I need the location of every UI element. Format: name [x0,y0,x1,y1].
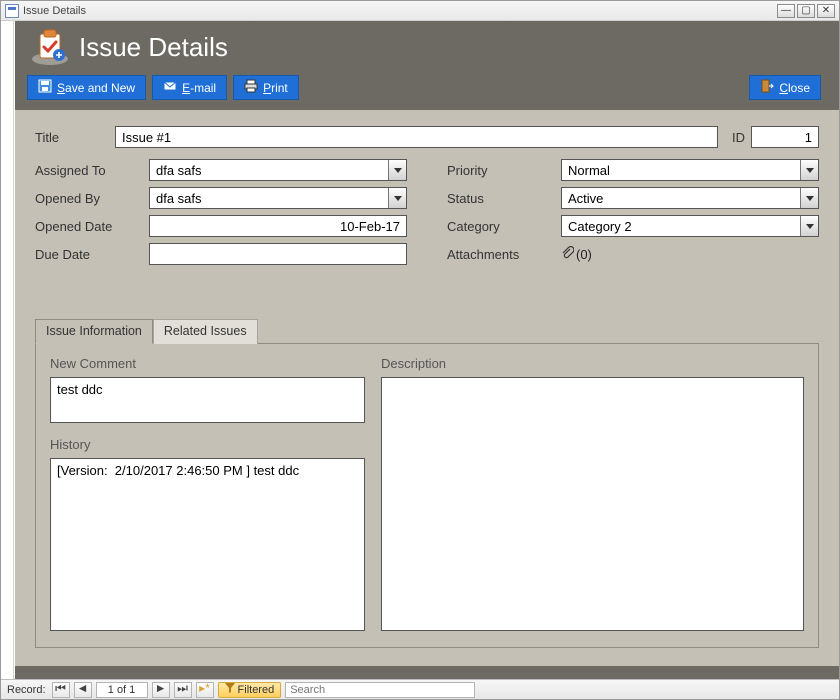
funnel-icon [225,683,235,696]
window-controls: — ▢ ✕ [777,4,835,18]
new-comment-label: New Comment [50,356,365,371]
status-input[interactable] [562,188,800,208]
clipboard-check-icon [29,27,71,67]
app-window: Issue Details — ▢ ✕ [0,0,840,700]
id-label: ID [732,130,745,145]
description-label: Description [381,356,804,371]
chevron-down-icon[interactable] [800,188,818,208]
tab-related-issues[interactable]: Related Issues [153,319,258,344]
nav-next-button[interactable]: ► [152,682,170,698]
category-combo[interactable] [561,215,819,237]
record-label: Record: [7,684,46,696]
form-detail-area: Title ID Assigned To [15,110,839,666]
mail-icon [163,79,177,96]
nav-last-button[interactable]: ⏭ [174,682,192,698]
record-selector-bar[interactable] [1,21,14,679]
description-field[interactable] [381,377,804,631]
form-header: Issue Details [15,25,839,75]
tab-panel: New Comment History Description [35,343,819,648]
nav-first-button[interactable]: ⏮ [52,682,70,698]
close-window-button[interactable]: ✕ [817,4,835,18]
history-field[interactable] [50,458,365,631]
tab-strip: Issue Information Related Issues [35,318,819,343]
nav-prev-button[interactable]: ◄ [74,682,92,698]
save-icon [38,79,52,96]
due-date-label: Due Date [35,247,149,262]
print-icon [244,79,258,96]
status-label: Status [447,191,561,206]
toolbar: Save and New E-mail Print [15,75,839,110]
record-counter[interactable]: 1 of 1 [96,682,148,698]
due-date-field[interactable] [149,243,407,265]
save-and-new-button[interactable]: Save and New [27,75,146,100]
history-label: History [50,437,365,452]
category-label: Category [447,219,561,234]
filter-indicator[interactable]: Filtered [218,682,282,698]
maximize-button[interactable]: ▢ [797,4,815,18]
record-navigation-bar: Record: ⏮ ◄ 1 of 1 ► ⏭ ▸* Filtered [1,679,839,699]
opened-by-input[interactable] [150,188,388,208]
priority-input[interactable] [562,160,800,180]
form-icon [5,4,19,18]
new-comment-field[interactable] [50,377,365,423]
close-button[interactable]: Close [749,75,821,100]
chevron-down-icon[interactable] [388,188,406,208]
minimize-button[interactable]: — [777,4,795,18]
door-close-icon [760,79,774,96]
paperclip-icon [561,246,574,263]
window-titlebar: Issue Details — ▢ ✕ [1,1,839,21]
assigned-to-input[interactable] [150,160,388,180]
chevron-down-icon[interactable] [800,216,818,236]
attachments-label: Attachments [447,247,561,262]
attachments-control[interactable]: (0) [561,246,592,263]
title-field[interactable] [115,126,718,148]
assigned-to-combo[interactable] [149,159,407,181]
form-body: Issue Details Save and New E-mail [15,21,839,679]
email-button[interactable]: E-mail [152,75,227,100]
assigned-to-label: Assigned To [35,163,149,178]
id-field[interactable] [751,126,819,148]
chevron-down-icon[interactable] [800,160,818,180]
attachments-count: (0) [576,247,592,262]
search-input[interactable] [285,682,475,698]
priority-label: Priority [447,163,561,178]
category-input[interactable] [562,216,800,236]
window-title: Issue Details [23,5,86,17]
status-combo[interactable] [561,187,819,209]
nav-new-button[interactable]: ▸* [196,682,214,698]
page-title: Issue Details [79,32,228,63]
opened-date-label: Opened Date [35,219,149,234]
opened-by-combo[interactable] [149,187,407,209]
opened-date-field[interactable] [149,215,407,237]
chevron-down-icon[interactable] [388,160,406,180]
title-label: Title [35,130,115,145]
opened-by-label: Opened By [35,191,149,206]
tab-issue-information[interactable]: Issue Information [35,319,153,344]
priority-combo[interactable] [561,159,819,181]
print-button[interactable]: Print [233,75,299,100]
